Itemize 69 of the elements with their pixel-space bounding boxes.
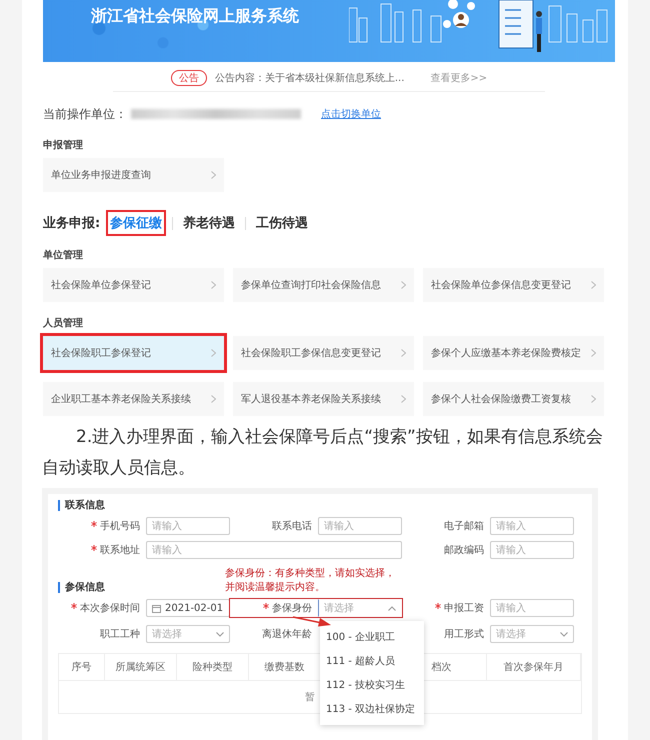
column-header: 档次: [432, 660, 452, 674]
menu-card[interactable]: 社会保险单位参保信息变更登记: [423, 268, 604, 302]
calendar-icon: [152, 604, 161, 612]
menu-card[interactable]: 社会保险单位参保登记: [43, 268, 224, 302]
menu-card[interactable]: 参保个人社会保险缴费工资复核: [423, 382, 604, 416]
section-heading: 申报管理: [43, 138, 84, 152]
section-heading: 单位管理: [43, 248, 84, 262]
caret-icon: [216, 632, 224, 636]
menu-card[interactable]: 军人退役基本养老保险关系接续: [233, 382, 414, 416]
menu-card[interactable]: 社会保险职工参保登记: [43, 336, 224, 370]
field-label: 用工形式: [443, 628, 485, 641]
field-label: 电子邮箱: [443, 520, 485, 533]
field-label: 联系电话: [271, 520, 313, 533]
form-section-heading: 联系信息: [58, 500, 592, 511]
dropdown-option[interactable]: 111 - 超龄人员: [320, 649, 424, 673]
column-header: 险种类型: [192, 660, 232, 674]
caret-icon: [560, 632, 568, 636]
menu-card[interactable]: 参保个人应缴基本养老保险费核定: [423, 336, 604, 370]
date-field[interactable]: 2021-02-01: [146, 599, 230, 617]
column-header: 首次参保年月: [504, 660, 564, 674]
banner-title: 浙江省社会保险网上服务系统: [91, 6, 299, 27]
dropdown-option[interactable]: 100 - 企业职工: [320, 625, 424, 649]
notice-text[interactable]: 公告内容：关于省本级社保新信息系统上...: [214, 71, 404, 85]
required-asterisk-icon: [91, 521, 97, 527]
caret-icon: [388, 606, 396, 610]
column-header: 序号: [72, 660, 92, 674]
field-label: 本次参保时间: [58, 601, 146, 615]
chevron-right-icon: [401, 349, 406, 357]
chevron-right-icon: [211, 281, 216, 289]
column-header: 缴费基数: [264, 660, 304, 674]
field-label: 职工工种: [99, 628, 141, 641]
menu-card[interactable]: 社会保险职工参保信息变更登记: [233, 336, 414, 370]
instruction-paragraph: 2.进入办理界面，输入社会保障号后点“搜索”按钮，如果有信息系统会自动读取人员信息。: [42, 426, 604, 480]
field-label: 参保身份: [230, 601, 318, 615]
chevron-right-icon: [401, 281, 406, 289]
tab[interactable]: 养老待遇: [181, 212, 238, 234]
field-label: 离退休年龄: [261, 628, 313, 641]
dropdown-option[interactable]: 113 - 双边社保协定: [320, 697, 424, 721]
chevron-right-icon: [401, 395, 406, 403]
current-unit-label: 当前操作单位：: [43, 106, 127, 122]
switch-unit-link[interactable]: 点击切换单位: [321, 107, 381, 121]
chevron-right-icon: [591, 281, 596, 289]
field-label: 邮政编码: [443, 544, 485, 557]
field-label: 联系地址: [58, 543, 146, 557]
chevron-right-icon: [591, 349, 596, 357]
menu-card[interactable]: 单位业务申报进度查询: [43, 158, 224, 192]
chevron-right-icon: [211, 395, 216, 403]
field-label: 申报工资: [402, 601, 490, 615]
column-header: 所属统筹区: [116, 660, 166, 674]
annotation-arrow: [292, 616, 332, 627]
chevron-right-icon: [211, 349, 216, 357]
tab[interactable]: 参保征缴: [108, 212, 164, 234]
business-label: 业务申报:: [43, 215, 100, 232]
required-asterisk-icon: [71, 603, 77, 609]
chevron-right-icon: [591, 395, 596, 403]
annotation-text: 参保身份：有多种类型，请如实选择， 并阅读温馨提示内容。: [225, 567, 395, 595]
chevron-right-icon: [211, 171, 216, 179]
empty-text: 暂: [305, 690, 315, 704]
section-heading: 人员管理: [43, 316, 84, 330]
required-asterisk-icon: [435, 603, 441, 609]
required-asterisk-icon: [263, 603, 269, 609]
form-section-heading: 参保信息: [58, 582, 105, 593]
field-label: 手机号码: [58, 519, 146, 533]
menu-card[interactable]: 参保单位查询打印社会保险信息: [233, 268, 414, 302]
tab[interactable]: 工伤待遇: [254, 212, 310, 234]
notice-badge: 公告: [170, 70, 207, 86]
required-asterisk-icon: [91, 545, 97, 551]
dropdown-option[interactable]: 112 - 技校实习生: [320, 673, 424, 697]
menu-card[interactable]: 企业职工基本养老保险关系接续: [43, 382, 224, 416]
